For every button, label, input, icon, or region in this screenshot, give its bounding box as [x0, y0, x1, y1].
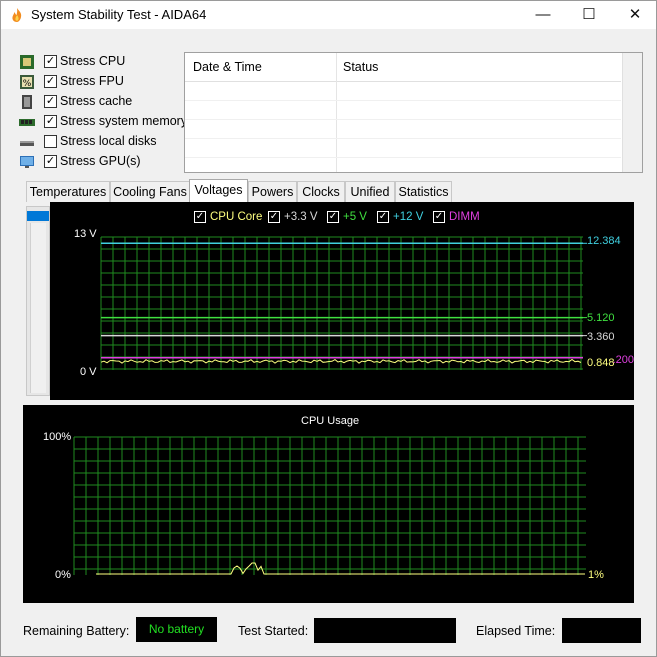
- stress-memory-option[interactable]: ✓ Stress system memory: [19, 112, 189, 132]
- log-column-datetime[interactable]: Date & Time: [193, 60, 262, 74]
- cpu-y-max-label: 100%: [43, 431, 72, 443]
- stress-gpu-checkbox[interactable]: ✓: [44, 155, 57, 168]
- tab-cooling-fans[interactable]: Cooling Fans: [110, 181, 190, 202]
- legend-5v-checkbox[interactable]: ✓: [327, 211, 339, 223]
- test-started-value: [314, 618, 456, 643]
- legend-12v-label: +12 V: [393, 211, 424, 224]
- log-row-line: [185, 157, 621, 158]
- side-scroller-track: [30, 223, 46, 393]
- stress-gpu-label: Stress GPU(s): [60, 154, 141, 168]
- stress-disks-label: Stress local disks: [60, 134, 157, 148]
- maximize-button[interactable]: ☐: [566, 1, 612, 29]
- reading-dimm: 1.200: [612, 354, 634, 366]
- tab-clocks[interactable]: Clocks: [297, 181, 345, 202]
- legend-cpu-core[interactable]: ✓ CPU Core: [194, 211, 262, 227]
- elapsed-time-label: Elapsed Time:: [476, 624, 556, 638]
- battery-value: No battery: [136, 617, 217, 642]
- stress-memory-label: Stress system memory: [60, 114, 188, 128]
- log-row-line: [185, 100, 621, 101]
- aida64-window: System Stability Test - AIDA64 — ☐ ✕ ✓ S…: [0, 0, 657, 657]
- log-column-status[interactable]: Status: [343, 60, 378, 74]
- voltage-y-min-label: 0 V: [80, 366, 97, 378]
- test-started-label: Test Started:: [238, 624, 309, 638]
- status-log-list[interactable]: Date & Time Status: [184, 52, 643, 173]
- stress-cpu-checkbox[interactable]: ✓: [44, 55, 57, 68]
- reading-cpu-core: 0.848: [587, 357, 615, 369]
- tab-temperatures[interactable]: Temperatures: [26, 181, 110, 202]
- legend-3v3-label: +3.3 V: [284, 211, 318, 224]
- stress-disks-option[interactable]: Stress local disks: [19, 132, 189, 152]
- legend-3v3[interactable]: ✓ +3.3 V: [268, 211, 318, 227]
- legend-cpu-core-checkbox[interactable]: ✓: [194, 211, 206, 223]
- reading-12v: 12.384: [587, 235, 621, 247]
- cpu-chip-icon: [20, 55, 34, 69]
- log-header: Date & Time Status: [185, 53, 621, 82]
- tab-voltages[interactable]: Voltages: [189, 179, 248, 203]
- monitor-icon: [20, 156, 34, 168]
- legend-3v3-checkbox[interactable]: ✓: [268, 211, 280, 223]
- cpu-usage-title: CPU Usage: [301, 415, 360, 427]
- legend-dimm-label: DIMM: [449, 211, 480, 224]
- legend-5v[interactable]: ✓ +5 V: [327, 211, 367, 227]
- close-button[interactable]: ✕: [612, 1, 657, 29]
- elapsed-time-value: [562, 618, 641, 643]
- graph-side-scroller[interactable]: [26, 206, 50, 396]
- reading-5v: 5.120: [587, 312, 615, 324]
- tab-unified[interactable]: Unified: [345, 181, 395, 202]
- side-scroller-thumb[interactable]: [27, 211, 49, 221]
- legend-dimm-checkbox[interactable]: ✓: [433, 211, 445, 223]
- stress-gpu-option[interactable]: ✓ Stress GPU(s): [19, 152, 189, 172]
- stress-fpu-checkbox[interactable]: ✓: [44, 75, 57, 88]
- stress-disks-checkbox[interactable]: [44, 135, 57, 148]
- legend-cpu-core-label: CPU Core: [210, 211, 263, 224]
- title-bar: System Stability Test - AIDA64 — ☐ ✕: [1, 1, 656, 29]
- stress-memory-checkbox[interactable]: ✓: [44, 115, 57, 128]
- fpu-chip-icon: %: [20, 75, 34, 89]
- reading-3v3: 3.360: [587, 331, 615, 343]
- cpu-grid: [73, 436, 586, 575]
- svg-text:%: %: [23, 79, 32, 89]
- aida64-flame-icon: [12, 8, 22, 22]
- memory-module-icon: [19, 119, 35, 126]
- stress-cache-label: Stress cache: [60, 94, 133, 108]
- disk-drive-icon: [20, 141, 34, 146]
- log-row-line: [185, 119, 621, 120]
- legend-5v-label: +5 V: [343, 211, 367, 224]
- stress-fpu-option[interactable]: % ✓ Stress FPU: [19, 72, 189, 92]
- cpu-current-value: 1%: [588, 569, 604, 581]
- cpu-y-min-label: 0%: [55, 569, 71, 581]
- window-title: System Stability Test - AIDA64: [31, 7, 207, 22]
- minimize-button[interactable]: —: [520, 1, 566, 29]
- voltage-y-max-label: 13 V: [74, 228, 97, 240]
- voltage-grid: [100, 236, 587, 370]
- stress-fpu-label: Stress FPU: [60, 74, 124, 88]
- tab-powers[interactable]: Powers: [248, 181, 297, 202]
- stress-cpu-label: Stress CPU: [60, 54, 126, 68]
- log-scrollbar[interactable]: [622, 53, 642, 172]
- stress-cache-checkbox[interactable]: ✓: [44, 95, 57, 108]
- log-column-divider: [336, 53, 337, 172]
- log-row-line: [185, 138, 621, 139]
- battery-label: Remaining Battery:: [23, 624, 130, 638]
- legend-dimm[interactable]: ✓ DIMM: [433, 211, 480, 227]
- stress-cpu-option[interactable]: ✓ Stress CPU: [19, 52, 189, 72]
- tab-statistics[interactable]: Statistics: [395, 181, 452, 202]
- stress-cache-option[interactable]: ✓ Stress cache: [19, 92, 189, 112]
- legend-12v-checkbox[interactable]: ✓: [377, 211, 389, 223]
- cache-chip-icon: [22, 95, 32, 109]
- legend-12v[interactable]: ✓ +12 V: [377, 211, 423, 227]
